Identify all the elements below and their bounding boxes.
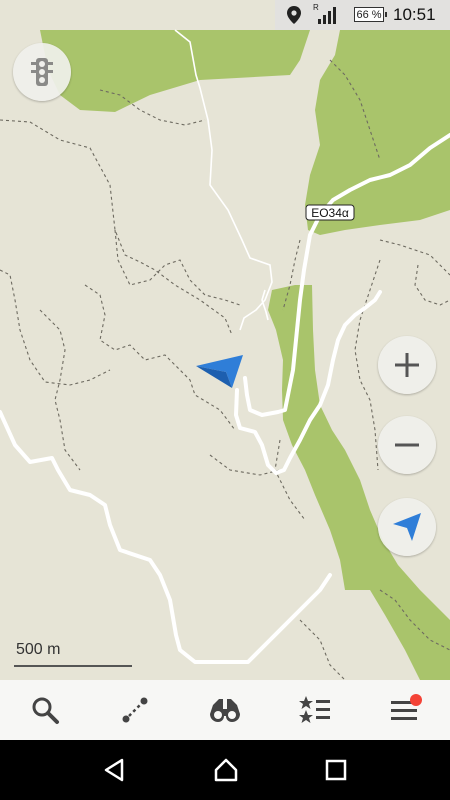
zoom-out-button[interactable] <box>378 416 436 474</box>
menu-notification-badge <box>410 694 422 706</box>
road-label-badge: EO34α <box>305 204 355 221</box>
binoculars-icon <box>210 699 240 722</box>
zoom-in-button[interactable] <box>378 336 436 394</box>
explore-button[interactable] <box>180 680 270 740</box>
scale-line <box>14 665 132 667</box>
plus-icon <box>395 353 419 377</box>
status-bar: R 66 % 10:51 <box>0 0 450 30</box>
traffic-light-icon <box>31 58 53 86</box>
location-icon <box>287 0 301 30</box>
home-icon[interactable] <box>213 757 239 783</box>
battery-level: 66 % <box>356 8 382 21</box>
battery-icon: 66 % <box>354 7 387 22</box>
system-nav-bar <box>0 740 450 800</box>
search-button[interactable] <box>0 680 90 740</box>
navigation-arrow-icon <box>393 513 421 541</box>
signal-icon <box>318 0 338 30</box>
my-location-button[interactable] <box>378 498 436 556</box>
route-button[interactable] <box>90 680 180 740</box>
bookmarks-button[interactable] <box>270 680 360 740</box>
back-icon[interactable] <box>102 757 128 783</box>
traffic-button[interactable] <box>13 43 71 101</box>
menu-button[interactable] <box>360 680 450 740</box>
route-icon <box>122 697 148 723</box>
scale-label: 500 m <box>16 641 61 658</box>
road-label: EO34α <box>311 206 349 220</box>
bottom-toolbar <box>0 680 450 740</box>
recents-icon[interactable] <box>324 758 348 782</box>
map-scale: 500 m <box>14 641 134 669</box>
bookmarks-icon <box>299 696 330 723</box>
minus-icon <box>395 443 419 447</box>
search-icon <box>32 697 59 724</box>
clock: 10:51 <box>393 5 436 24</box>
